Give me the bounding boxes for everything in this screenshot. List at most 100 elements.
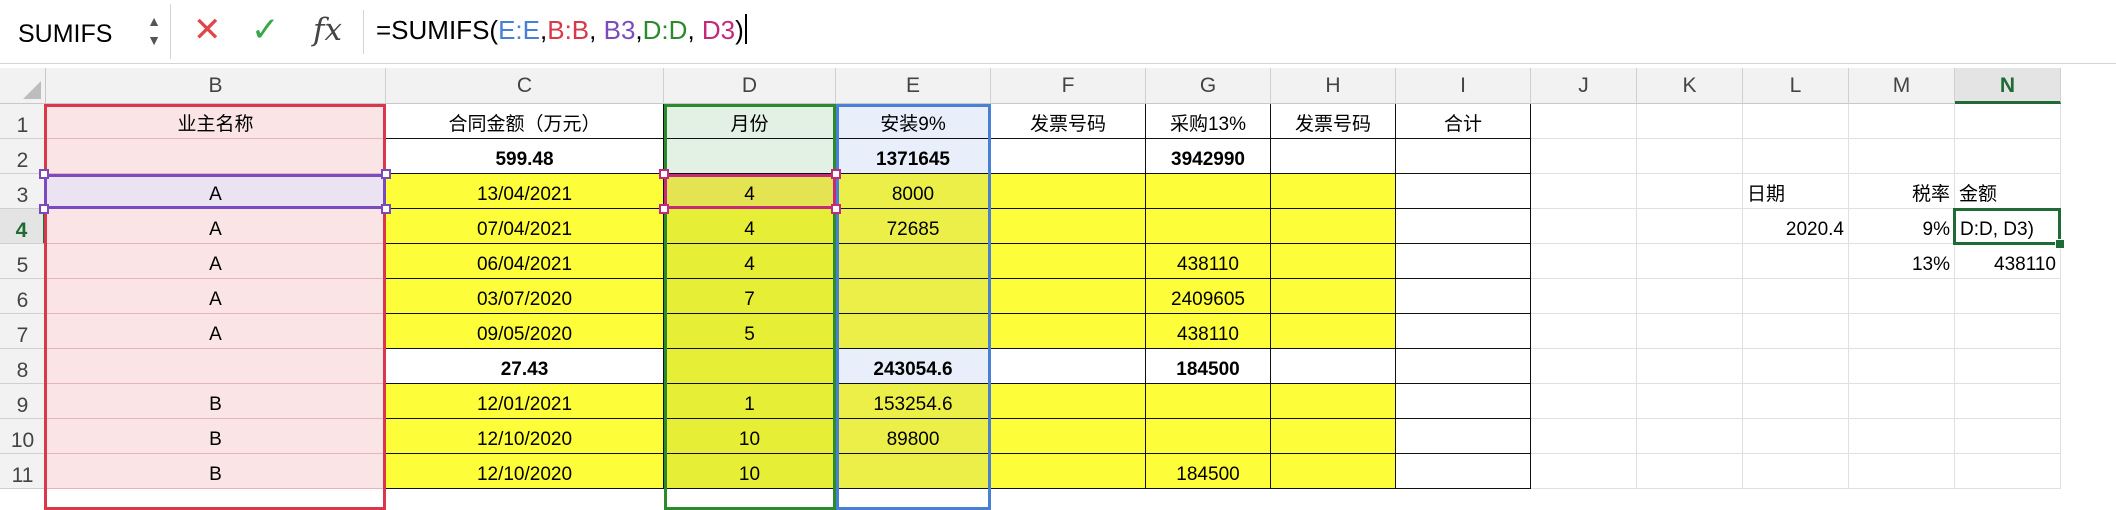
cell-H7[interactable] (1271, 314, 1396, 349)
column-header-H[interactable]: H (1271, 68, 1396, 104)
cell-I9[interactable] (1396, 384, 1531, 419)
column-header-K[interactable]: K (1637, 68, 1743, 104)
cell-K10[interactable] (1637, 419, 1743, 454)
cell-I2[interactable] (1396, 139, 1531, 174)
cell-J1[interactable] (1531, 104, 1637, 139)
cell-J2[interactable] (1531, 139, 1637, 174)
name-box[interactable]: SUMIFS ▲ ▼ (0, 4, 171, 59)
cell-E9[interactable]: 153254.6 (836, 384, 991, 419)
cell-J11[interactable] (1531, 454, 1637, 489)
cell-G2[interactable]: 3942990 (1146, 139, 1271, 174)
cell-N2[interactable] (1955, 139, 2061, 174)
cell-G5[interactable]: 438110 (1146, 244, 1271, 279)
cell-D11[interactable]: 10 (664, 454, 836, 489)
active-cell-N4[interactable]: D:D, D3) (1953, 208, 2061, 245)
cell-G4[interactable] (1146, 209, 1271, 244)
column-header-N[interactable]: N (1955, 68, 2061, 104)
row-header-11[interactable]: 11 (0, 454, 46, 489)
cell-I1[interactable]: 合计 (1396, 104, 1531, 139)
cell-M10[interactable] (1849, 419, 1955, 454)
cell-H3[interactable] (1271, 174, 1396, 209)
cell-L4[interactable]: 2020.4 (1743, 209, 1849, 244)
cell-J3[interactable] (1531, 174, 1637, 209)
cell-K8[interactable] (1637, 349, 1743, 384)
cell-L6[interactable] (1743, 279, 1849, 314)
cell-N6[interactable] (1955, 279, 2061, 314)
cell-M2[interactable] (1849, 139, 1955, 174)
cell-B2[interactable] (46, 139, 386, 174)
cell-B6[interactable]: A (46, 279, 386, 314)
cell-L7[interactable] (1743, 314, 1849, 349)
check-icon[interactable]: ✓ (251, 10, 280, 50)
column-header-L[interactable]: L (1743, 68, 1849, 104)
cell-G3[interactable] (1146, 174, 1271, 209)
cell-J4[interactable] (1531, 209, 1637, 244)
cell-F6[interactable] (991, 279, 1146, 314)
d3-reference-handle[interactable] (659, 169, 669, 179)
cell-N1[interactable] (1955, 104, 2061, 139)
cell-M11[interactable] (1849, 454, 1955, 489)
row-header-10[interactable]: 10 (0, 419, 46, 454)
cell-D7[interactable]: 5 (664, 314, 836, 349)
column-header-E[interactable]: E (836, 68, 991, 104)
cell-M6[interactable] (1849, 279, 1955, 314)
cell-M9[interactable] (1849, 384, 1955, 419)
cell-B1[interactable]: 业主名称 (46, 104, 386, 139)
cell-E6[interactable] (836, 279, 991, 314)
cell-B11[interactable]: B (46, 454, 386, 489)
cell-K2[interactable] (1637, 139, 1743, 174)
column-header-C[interactable]: C (386, 68, 664, 104)
cell-E10[interactable]: 89800 (836, 419, 991, 454)
name-box-stepper-icon[interactable]: ▲ ▼ (146, 12, 162, 50)
cell-C5[interactable]: 06/04/2021 (386, 244, 664, 279)
b3-reference-handle[interactable] (381, 169, 391, 179)
cell-N10[interactable] (1955, 419, 2061, 454)
row-header-8[interactable]: 8 (0, 349, 46, 384)
row-header-9[interactable]: 9 (0, 384, 46, 419)
column-header-M[interactable]: M (1849, 68, 1955, 104)
cell-C1[interactable]: 合同金额（万元） (386, 104, 664, 139)
d3-reference-handle[interactable] (659, 204, 669, 214)
cell-M1[interactable] (1849, 104, 1955, 139)
cell-F8[interactable] (991, 349, 1146, 384)
cell-K6[interactable] (1637, 279, 1743, 314)
cell-N3[interactable]: 金额 (1955, 174, 2061, 209)
cell-L2[interactable] (1743, 139, 1849, 174)
cell-B5[interactable]: A (46, 244, 386, 279)
cell-N11[interactable] (1955, 454, 2061, 489)
cell-E3[interactable]: 8000 (836, 174, 991, 209)
b3-reference-handle[interactable] (39, 169, 49, 179)
row-header-7[interactable]: 7 (0, 314, 46, 349)
cell-F2[interactable] (991, 139, 1146, 174)
cell-F11[interactable] (991, 454, 1146, 489)
cell-H10[interactable] (1271, 419, 1396, 454)
row-header-1[interactable]: 1 (0, 104, 46, 139)
cell-H2[interactable] (1271, 139, 1396, 174)
cell-N7[interactable] (1955, 314, 2061, 349)
cell-I10[interactable] (1396, 419, 1531, 454)
column-header-J[interactable]: J (1531, 68, 1637, 104)
cell-B9[interactable]: B (46, 384, 386, 419)
cell-G9[interactable] (1146, 384, 1271, 419)
cell-E1[interactable]: 安装9% (836, 104, 991, 139)
cell-D4[interactable]: 4 (664, 209, 836, 244)
cell-C4[interactable]: 07/04/2021 (386, 209, 664, 244)
cell-J10[interactable] (1531, 419, 1637, 454)
cell-L11[interactable] (1743, 454, 1849, 489)
cell-B10[interactable]: B (46, 419, 386, 454)
cell-D3[interactable]: 4 (664, 174, 836, 209)
cell-J7[interactable] (1531, 314, 1637, 349)
select-all-corner[interactable] (0, 68, 46, 104)
column-header-B[interactable]: B (46, 68, 386, 104)
formula-input[interactable]: =SUMIFS(E:E,B:B, B3,D:D, D3) (376, 14, 747, 46)
cell-M4[interactable]: 9% (1849, 209, 1955, 244)
cell-E8[interactable]: 243054.6 (836, 349, 991, 384)
cell-N9[interactable] (1955, 384, 2061, 419)
cell-K11[interactable] (1637, 454, 1743, 489)
cell-D8[interactable] (664, 349, 836, 384)
cell-G1[interactable]: 采购13% (1146, 104, 1271, 139)
column-header-I[interactable]: I (1396, 68, 1531, 104)
column-header-D[interactable]: D (664, 68, 836, 104)
cell-F9[interactable] (991, 384, 1146, 419)
cell-M5[interactable]: 13% (1849, 244, 1955, 279)
